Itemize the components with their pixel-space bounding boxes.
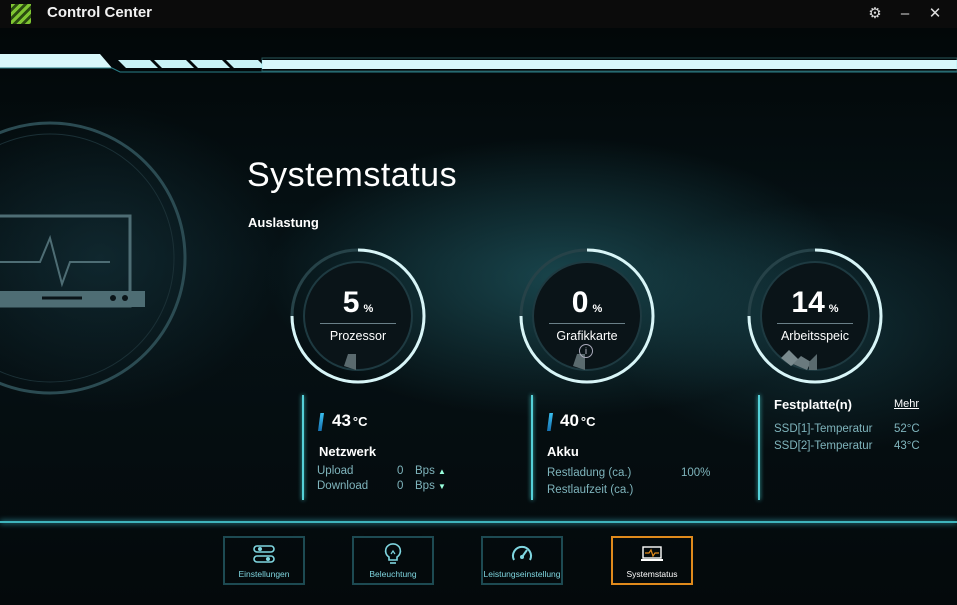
download-unit: Bps ▼ — [415, 480, 446, 492]
minimize-button[interactable]: – — [893, 3, 917, 25]
header-decoration — [0, 54, 957, 73]
ssd2-label: SSD[2]-Temperatur — [774, 440, 873, 452]
network-title: Netzwerk — [319, 444, 377, 459]
down-arrow-icon: ▼ — [438, 482, 446, 491]
cpu-gauge: 5% Prozessor — [288, 246, 428, 386]
divider — [302, 395, 304, 500]
nav-systemstatus-button[interactable]: Systemstatus — [611, 534, 693, 587]
charge-label: Restladung (ca.) — [547, 467, 632, 479]
settings-gear-icon[interactable]: ⚙ — [863, 3, 887, 25]
battery-title: Akku — [547, 444, 579, 459]
laptop-pulse-icon — [641, 546, 663, 561]
up-arrow-icon: ▲ — [438, 467, 446, 476]
nav-performance-button[interactable]: Leistungseinstellung — [481, 534, 563, 587]
nav-settings-label: Einstellungen — [238, 569, 290, 579]
disk-title: Festplatte(n) — [774, 397, 852, 412]
laptop-emblem-icon — [0, 121, 187, 395]
nav-performance-label: Leistungseinstellung — [483, 569, 561, 579]
thermometer-icon — [318, 413, 324, 431]
nav-settings-button[interactable]: Einstellungen — [223, 534, 305, 587]
upload-value: 0 — [397, 465, 404, 477]
upload-label: Upload — [317, 465, 354, 477]
app-logo-icon — [11, 4, 31, 24]
gpu-label: Grafikkarte — [556, 329, 618, 343]
info-icon[interactable]: i — [579, 344, 593, 358]
more-link[interactable]: Mehr — [894, 398, 919, 410]
divider — [531, 395, 533, 500]
nav-lighting-label: Beleuchtung — [369, 569, 417, 579]
ram-label: Arbeitsspeic — [780, 329, 850, 343]
nav-lighting-button[interactable]: Beleuchtung — [352, 534, 434, 587]
divider — [758, 395, 760, 500]
page-title: Systemstatus — [247, 156, 458, 194]
section-subtitle: Auslastung — [248, 215, 319, 230]
footer-line — [0, 521, 957, 523]
speedometer-icon — [512, 545, 532, 561]
ssd1-label: SSD[1]-Temperatur — [774, 423, 873, 435]
main-panel: Systemstatus Auslastung 5% Prozessor 0% … — [0, 28, 957, 605]
ssd2-value: 43°C — [894, 440, 920, 452]
upload-unit: Bps ▲ — [415, 465, 446, 477]
title-bar: Control Center ⚙ – ✕ — [0, 0, 957, 28]
app-title: Control Center — [47, 4, 152, 21]
nav-systemstatus-label: Systemstatus — [626, 569, 678, 579]
runtime-label: Restlaufzeit (ca.) — [547, 484, 634, 496]
ram-value: 14% — [791, 286, 839, 319]
cpu-temperature: 43 °C — [332, 411, 368, 430]
gpu-temperature: 40 °C — [560, 411, 596, 430]
gpu-gauge: 0% Grafikkarte i — [517, 246, 657, 386]
cpu-value: 5% — [342, 286, 374, 319]
ssd1-value: 52°C — [894, 423, 920, 435]
download-value: 0 — [397, 480, 404, 492]
toggle-switches-icon — [253, 545, 275, 563]
ram-gauge: 14% Arbeitsspeic — [745, 246, 885, 386]
thermometer-icon — [547, 413, 553, 431]
cpu-label: Prozessor — [329, 329, 387, 343]
close-button[interactable]: ✕ — [923, 3, 947, 25]
charge-value: 100% — [681, 467, 711, 479]
light-bulb-icon — [384, 543, 402, 564]
gpu-value: 0% — [571, 286, 603, 319]
download-label: Download — [317, 480, 369, 492]
